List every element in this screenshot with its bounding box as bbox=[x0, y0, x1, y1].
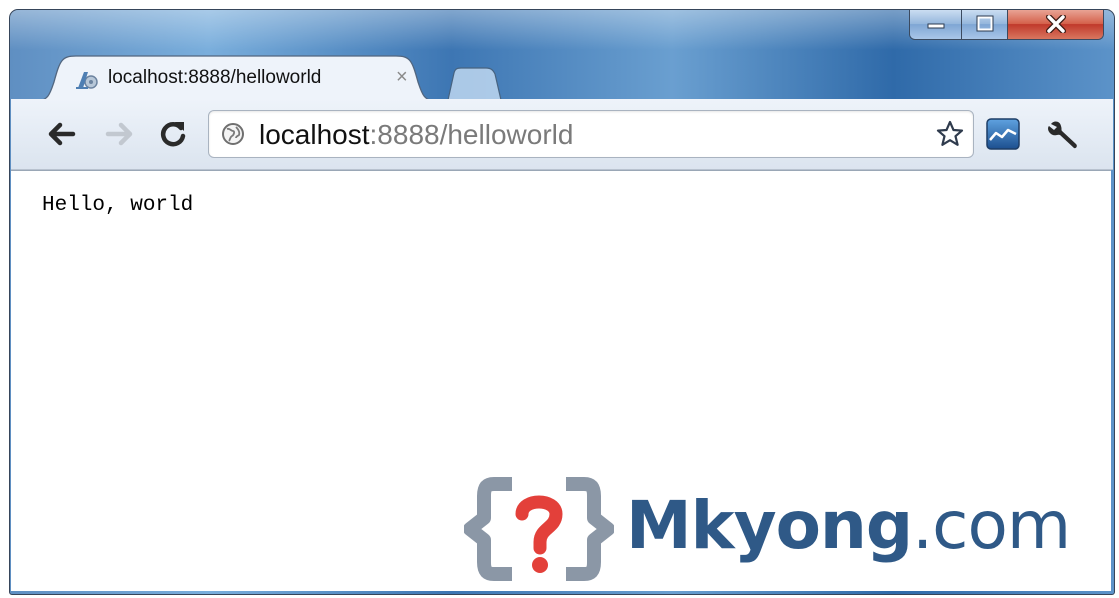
url-text: localhost:8888/helloworld bbox=[259, 119, 573, 151]
watermark-tld: .com bbox=[912, 487, 1071, 564]
tab-title: localhost:8888/helloworld bbox=[108, 67, 322, 88]
watermark-brand: Mkyong bbox=[626, 487, 913, 564]
new-tab-button[interactable] bbox=[446, 67, 502, 101]
wrench-icon[interactable] bbox=[1045, 118, 1081, 152]
close-icon bbox=[1045, 15, 1066, 33]
mkyong-watermark: Mkyong.com bbox=[458, 470, 1118, 588]
minimize-icon bbox=[927, 23, 944, 29]
close-window-button[interactable] bbox=[1008, 10, 1103, 39]
watermark-question-logo bbox=[464, 477, 614, 581]
url-path: :8888/helloworld bbox=[369, 119, 574, 150]
maximize-button[interactable] bbox=[962, 10, 1008, 39]
page-body-text: Hello, world bbox=[42, 194, 194, 217]
maximize-icon bbox=[976, 15, 993, 32]
reload-icon bbox=[160, 122, 186, 147]
watermark-text: Mkyong.com bbox=[626, 486, 1071, 566]
reload-button[interactable] bbox=[156, 119, 190, 149]
window-caption-buttons bbox=[909, 10, 1104, 40]
minimize-button[interactable] bbox=[910, 10, 962, 39]
url-host: localhost bbox=[259, 119, 370, 150]
active-tab[interactable]: localhost:8888/helloworld × bbox=[36, 54, 436, 101]
back-button[interactable] bbox=[44, 119, 78, 149]
globe-icon bbox=[222, 123, 244, 145]
browser-toolbar: localhost:8888/helloworld bbox=[11, 99, 1113, 170]
forward-button[interactable] bbox=[103, 119, 137, 149]
tab-close-button[interactable]: × bbox=[396, 67, 408, 87]
forward-arrow-icon bbox=[105, 122, 133, 146]
omnibox[interactable]: localhost:8888/helloworld bbox=[208, 110, 974, 158]
favicon-icon bbox=[76, 72, 98, 89]
back-arrow-icon bbox=[48, 122, 76, 146]
star-icon[interactable] bbox=[935, 119, 965, 149]
extension-chart-icon[interactable] bbox=[986, 118, 1020, 150]
